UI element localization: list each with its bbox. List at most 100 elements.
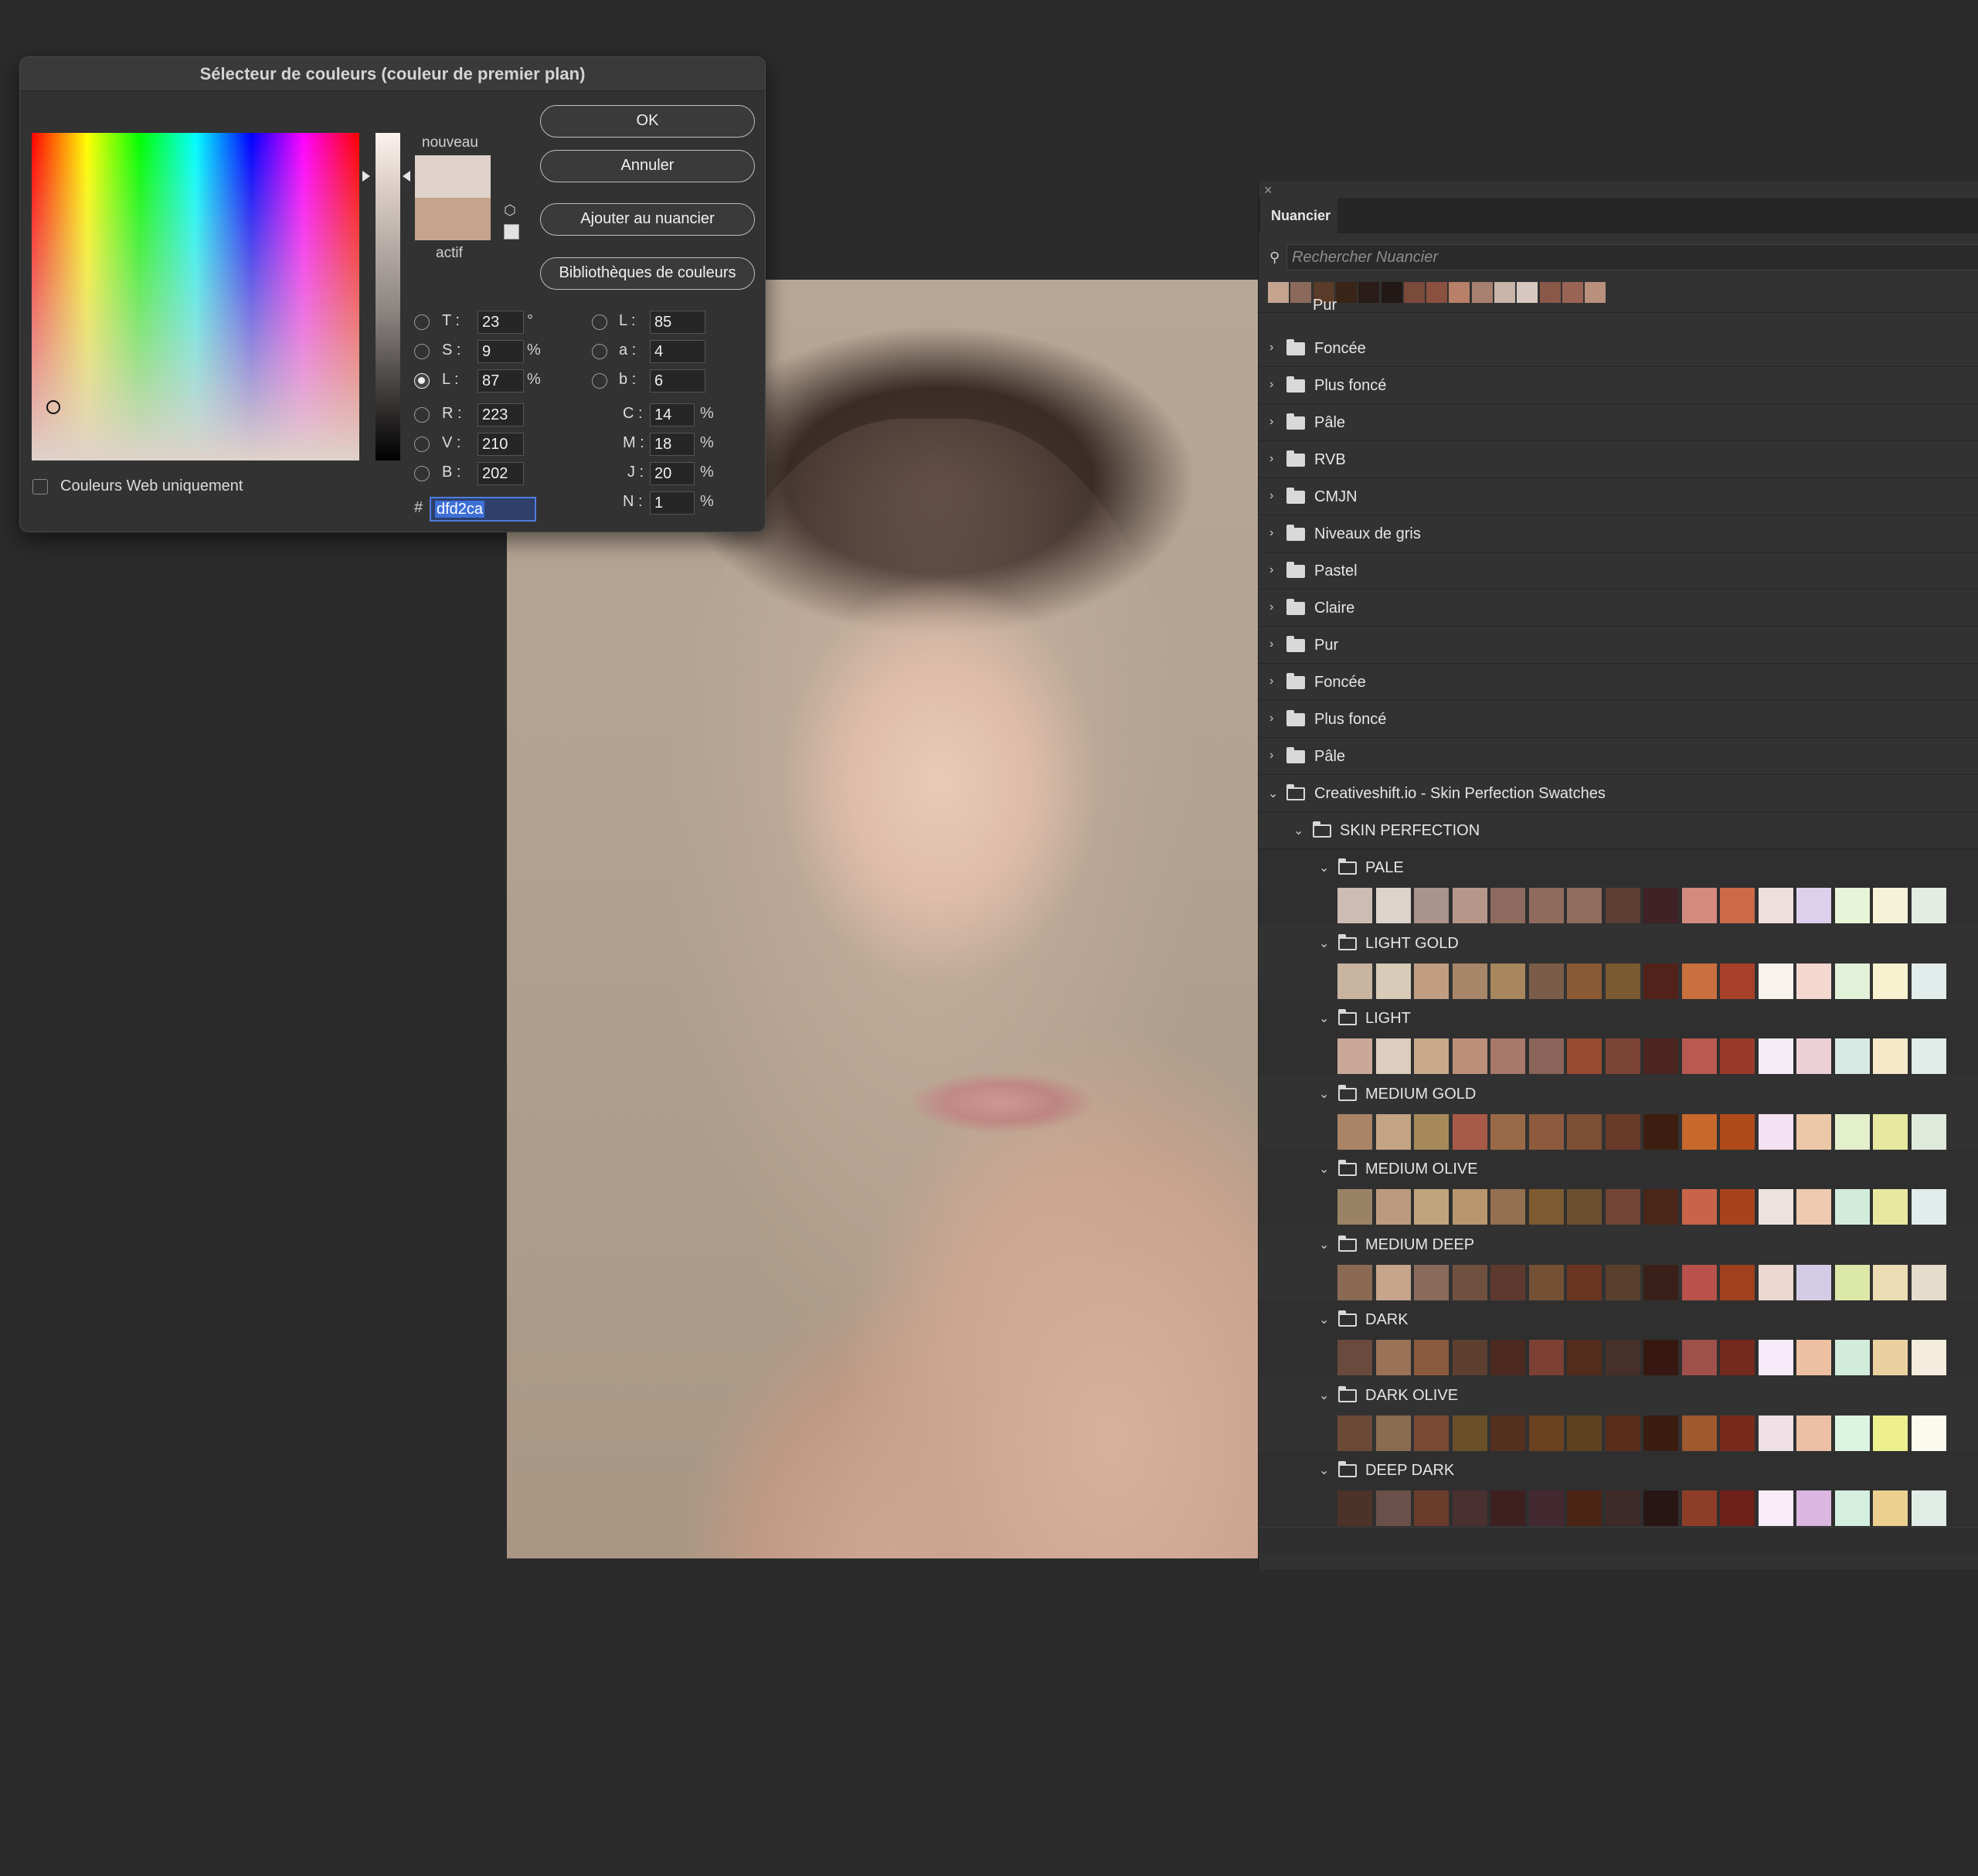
folder-item[interactable]	[1259, 738, 1978, 775]
folder-item[interactable]	[1259, 664, 1978, 701]
swatch[interactable]	[1375, 1490, 1411, 1526]
swatch[interactable]	[1528, 1415, 1564, 1451]
swatch[interactable]	[1490, 963, 1525, 999]
swatch[interactable]	[1452, 963, 1487, 999]
chevron-right-icon[interactable]: ›	[1269, 563, 1273, 577]
swatch[interactable]	[1911, 1264, 1946, 1300]
swatch[interactable]	[1375, 1189, 1411, 1225]
color-libraries-button[interactable]: Bibliothèques de couleurs	[540, 257, 755, 290]
swatch[interactable]	[1490, 1490, 1525, 1526]
swatch[interactable]	[1796, 963, 1831, 999]
swatch[interactable]	[1528, 1189, 1564, 1225]
chevron-right-icon[interactable]: ›	[1269, 341, 1273, 355]
recent-color-swatch[interactable]	[1494, 282, 1515, 303]
swatch[interactable]	[1337, 1113, 1372, 1150]
folder-item[interactable]	[1259, 590, 1978, 627]
swatch[interactable]	[1375, 963, 1411, 999]
swatch[interactable]	[1681, 1490, 1717, 1526]
swatch[interactable]	[1796, 1113, 1831, 1150]
swatch[interactable]	[1375, 1113, 1411, 1150]
swatch[interactable]	[1758, 1189, 1793, 1225]
swatch[interactable]	[1490, 888, 1525, 923]
chevron-down-icon[interactable]: ⌄	[1319, 1388, 1329, 1403]
recent-color-swatch[interactable]	[1449, 282, 1470, 303]
swatch[interactable]	[1528, 1038, 1564, 1074]
recent-color-swatch[interactable]	[1381, 282, 1402, 303]
recent-color-swatch[interactable]	[1403, 282, 1425, 303]
swatch[interactable]	[1528, 1340, 1564, 1375]
swatch[interactable]	[1834, 1415, 1870, 1451]
color-slider[interactable]	[376, 133, 400, 461]
swatch[interactable]	[1834, 1340, 1870, 1375]
websafe-color-swatch[interactable]	[504, 224, 519, 240]
swatch[interactable]	[1605, 1340, 1640, 1375]
chevron-right-icon[interactable]: ›	[1269, 637, 1273, 651]
swatch[interactable]	[1873, 1189, 1908, 1225]
swatch[interactable]	[1490, 1264, 1525, 1300]
swatch[interactable]	[1681, 1113, 1717, 1150]
red-radio[interactable]	[414, 407, 430, 423]
swatch[interactable]	[1452, 1038, 1487, 1074]
cyan-input[interactable]: 14	[650, 403, 695, 427]
swatch[interactable]	[1643, 1490, 1678, 1526]
swatch[interactable]	[1681, 1415, 1717, 1451]
chevron-down-icon[interactable]: ⌄	[1319, 1312, 1329, 1327]
search-input[interactable]: Rechercher Nuancier	[1286, 244, 1978, 270]
swatch[interactable]	[1911, 1038, 1946, 1074]
swatch[interactable]	[1375, 1415, 1411, 1451]
swatch[interactable]	[1758, 888, 1793, 923]
swatch[interactable]	[1490, 1415, 1525, 1451]
swatch[interactable]	[1337, 1189, 1372, 1225]
lab-l-radio[interactable]	[592, 314, 607, 330]
chevron-right-icon[interactable]: ›	[1269, 600, 1273, 614]
chevron-down-icon[interactable]: ⌄	[1268, 786, 1278, 801]
chevron-right-icon[interactable]: ›	[1269, 526, 1273, 540]
swatch[interactable]	[1834, 1264, 1870, 1300]
swatch[interactable]	[1643, 1113, 1678, 1150]
color-field[interactable]	[32, 133, 359, 461]
swatch[interactable]	[1911, 1490, 1946, 1526]
chevron-right-icon[interactable]: ›	[1269, 452, 1273, 466]
chevron-down-icon[interactable]: ⌄	[1319, 1237, 1329, 1252]
swatch[interactable]	[1414, 1415, 1449, 1451]
blue-input[interactable]: 202	[478, 462, 524, 485]
swatch[interactable]	[1720, 1415, 1755, 1451]
lab-b-radio[interactable]	[592, 373, 607, 389]
chevron-down-icon[interactable]: ⌄	[1319, 1161, 1329, 1177]
swatch[interactable]	[1720, 1038, 1755, 1074]
swatch[interactable]	[1605, 963, 1640, 999]
swatch[interactable]	[1375, 1340, 1411, 1375]
chevron-down-icon[interactable]: ⌄	[1319, 1463, 1329, 1478]
swatch[interactable]	[1605, 888, 1640, 923]
web-colors-only-checkbox[interactable]	[32, 479, 48, 494]
swatch[interactable]	[1834, 1490, 1870, 1526]
brightness-radio[interactable]	[414, 373, 430, 389]
chevron-down-icon[interactable]: ⌄	[1319, 936, 1329, 951]
chevron-right-icon[interactable]: ›	[1269, 415, 1273, 429]
swatch[interactable]	[1452, 1113, 1487, 1150]
recent-color-swatch[interactable]	[1539, 282, 1561, 303]
saturation-input[interactable]: 9	[478, 340, 524, 363]
swatch[interactable]	[1337, 1038, 1372, 1074]
swatch[interactable]	[1720, 1113, 1755, 1150]
black-input[interactable]: 1	[650, 491, 695, 515]
swatch[interactable]	[1681, 1340, 1717, 1375]
swatch[interactable]	[1911, 1189, 1946, 1225]
swatch[interactable]	[1873, 888, 1908, 923]
red-input[interactable]: 223	[478, 403, 524, 427]
swatch[interactable]	[1796, 1340, 1831, 1375]
swatch[interactable]	[1605, 1264, 1640, 1300]
swatch[interactable]	[1873, 1490, 1908, 1526]
swatch[interactable]	[1528, 1490, 1564, 1526]
recent-color-swatch[interactable]	[1585, 282, 1606, 303]
add-to-swatches-button[interactable]: Ajouter au nuancier	[540, 203, 755, 236]
swatch[interactable]	[1528, 963, 1564, 999]
swatch[interactable]	[1758, 963, 1793, 999]
swatch[interactable]	[1873, 1415, 1908, 1451]
swatch[interactable]	[1414, 888, 1449, 923]
lab-a-radio[interactable]	[592, 344, 607, 359]
swatch[interactable]	[1414, 1340, 1449, 1375]
swatch[interactable]	[1490, 1038, 1525, 1074]
swatch[interactable]	[1643, 1038, 1678, 1074]
lab-l-input[interactable]: 85	[650, 311, 705, 334]
